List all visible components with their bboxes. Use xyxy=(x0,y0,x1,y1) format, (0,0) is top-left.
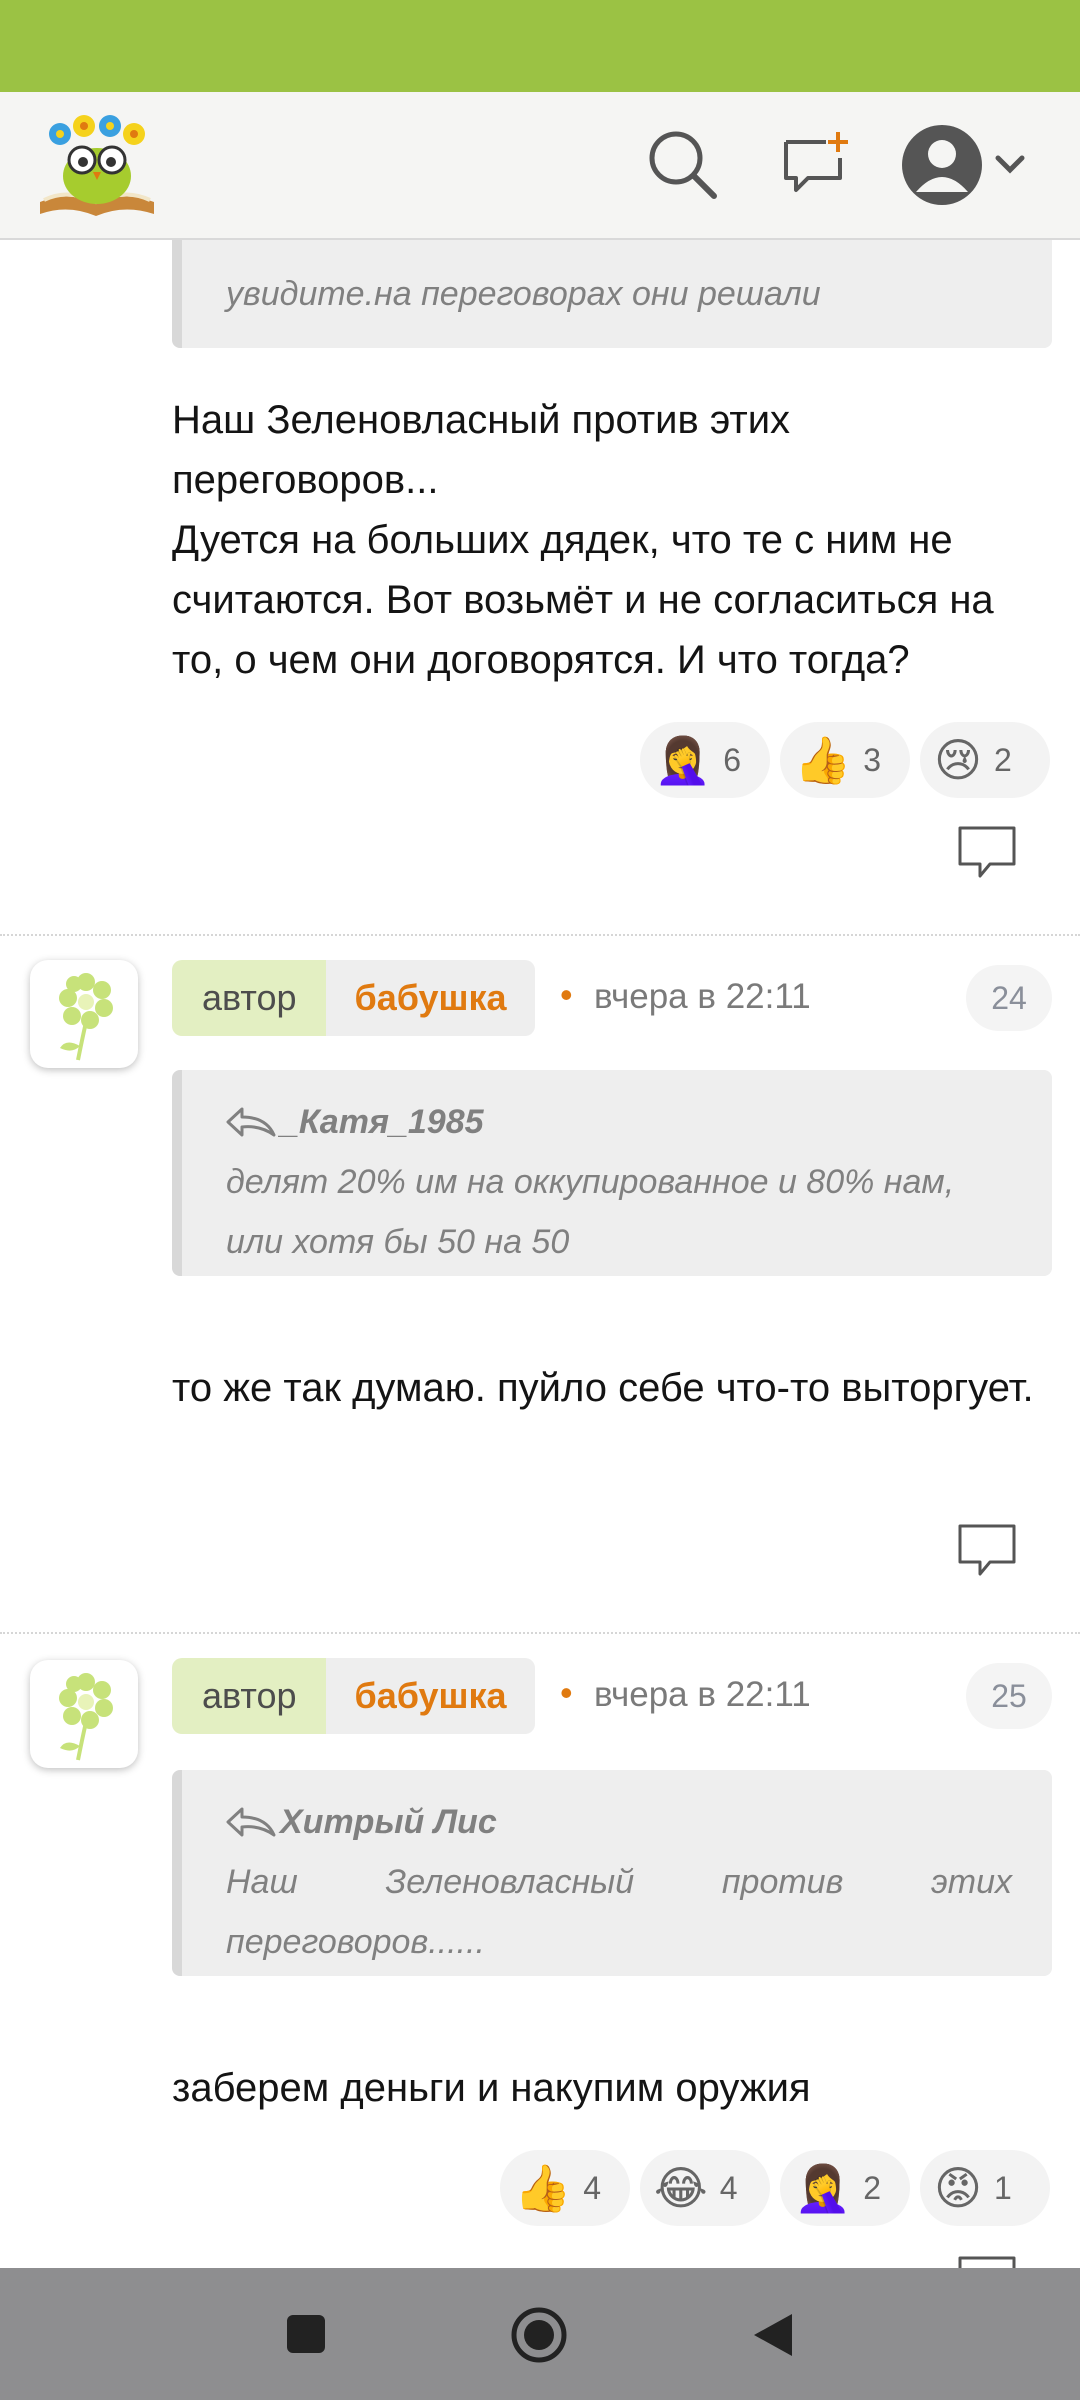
quote-text: делят 20% им на оккупированное и 80% нам… xyxy=(226,1163,955,1261)
author-role-badge: автор xyxy=(172,1658,327,1734)
search-icon[interactable] xyxy=(646,128,718,200)
reply-arrow-icon xyxy=(226,1107,276,1137)
reaction-count: 4 xyxy=(583,2169,602,2206)
post-timestamp: вчера в 22:11 xyxy=(594,1675,811,1714)
reaction-count: 2 xyxy=(863,2169,882,2206)
reaction-count: 1 xyxy=(993,2169,1012,2206)
reactions-bar: 👍 4 😂 4 🤦‍♀️ 2 😡 1 xyxy=(500,2150,1050,2226)
reaction-thumbs-up[interactable]: 👍 4 xyxy=(500,2150,630,2226)
quote-block: увидите.на переговорах они решали xyxy=(172,240,1052,348)
comment-text: Наш Зеленовласный против этих переговоро… xyxy=(172,398,994,682)
author-pill[interactable]: автор бабушка xyxy=(172,1658,535,1734)
reaction-crying[interactable]: 😢 2 xyxy=(920,722,1050,798)
new-message-icon[interactable] xyxy=(780,128,852,200)
quote-block: Хитрый Лис Наш Зеленовласный против этих… xyxy=(172,1770,1052,1976)
home-button[interactable] xyxy=(510,2306,568,2369)
post-timestamp: вчера в 22:11 xyxy=(594,977,811,1016)
site-header xyxy=(0,92,1080,240)
reaction-laughing[interactable]: 😂 4 xyxy=(640,2150,770,2226)
facepalm-emoji: 🤦‍♀️ xyxy=(794,2161,852,2215)
facepalm-emoji: 🤦‍♀️ xyxy=(654,733,712,787)
quote-author[interactable]: Хитрый Лис xyxy=(226,1792,1012,1852)
author-role-badge: автор xyxy=(172,960,327,1036)
user-avatar-icon xyxy=(902,125,982,205)
reaction-facepalm[interactable]: 🤦‍♀️ 2 xyxy=(780,2150,910,2226)
author-pill[interactable]: автор бабушка xyxy=(172,960,535,1036)
reaction-count: 2 xyxy=(993,741,1012,778)
comment-text: то же так думаю. пуйло себе что-то вытор… xyxy=(172,1366,1034,1410)
reaction-count: 3 xyxy=(863,741,882,778)
reaction-count: 4 xyxy=(719,2169,738,2206)
quote-text: Наш Зеленовласный против этих переговоро… xyxy=(226,1863,1012,1961)
reactions-bar: 🤦‍♀️ 6 👍 3 😢 2 xyxy=(640,722,1050,798)
recents-button[interactable] xyxy=(286,2314,326,2359)
quote-author-name: _Катя_1985 xyxy=(280,1102,484,1141)
user-menu-button[interactable] xyxy=(900,118,1040,212)
crying-face-emoji: 😢 xyxy=(934,733,982,787)
quote-text: увидите.на переговорах они решали xyxy=(226,275,821,313)
reaction-facepalm[interactable]: 🤦‍♀️ 6 xyxy=(640,722,770,798)
comment-text: заберем деньги и накупим оружия xyxy=(172,2066,811,2110)
angry-face-emoji: 😡 xyxy=(934,2161,982,2215)
reaction-thumbs-up[interactable]: 👍 3 xyxy=(780,722,910,798)
post-divider xyxy=(0,934,1080,936)
thumbs-up-emoji: 👍 xyxy=(794,733,852,787)
chevron-down-icon xyxy=(995,155,1025,174)
quote-author[interactable]: _Катя_1985 xyxy=(226,1092,1012,1152)
reply-icon[interactable] xyxy=(956,2254,1018,2268)
separator-dot: • xyxy=(560,974,573,1015)
laughing-tears-emoji: 😂 xyxy=(654,2161,708,2215)
site-logo[interactable] xyxy=(34,110,160,222)
avatar[interactable] xyxy=(30,1660,138,1768)
avatar[interactable] xyxy=(30,960,138,1068)
status-bar xyxy=(0,0,1080,92)
post-number[interactable]: 24 xyxy=(966,965,1052,1031)
quote-author-name: Хитрый Лис xyxy=(280,1802,497,1841)
post-divider xyxy=(0,1632,1080,1634)
reaction-angry[interactable]: 😡 1 xyxy=(920,2150,1050,2226)
reply-icon[interactable] xyxy=(956,1522,1018,1578)
author-name[interactable]: бабушка xyxy=(326,960,535,1036)
system-navigation-bar xyxy=(0,2268,1080,2400)
quote-block: _Катя_1985 делят 20% им на оккупированно… xyxy=(172,1070,1052,1276)
reply-icon[interactable] xyxy=(956,824,1018,880)
comments-feed: увидите.на переговорах они решали Наш Зе… xyxy=(0,240,1080,2268)
reply-arrow-icon xyxy=(226,1807,276,1837)
thumbs-up-emoji: 👍 xyxy=(514,2161,572,2215)
author-name[interactable]: бабушка xyxy=(326,1658,535,1734)
back-button[interactable] xyxy=(752,2312,794,2363)
post-number[interactable]: 25 xyxy=(966,1663,1052,1729)
separator-dot: • xyxy=(560,1672,573,1713)
reaction-count: 6 xyxy=(723,741,742,778)
